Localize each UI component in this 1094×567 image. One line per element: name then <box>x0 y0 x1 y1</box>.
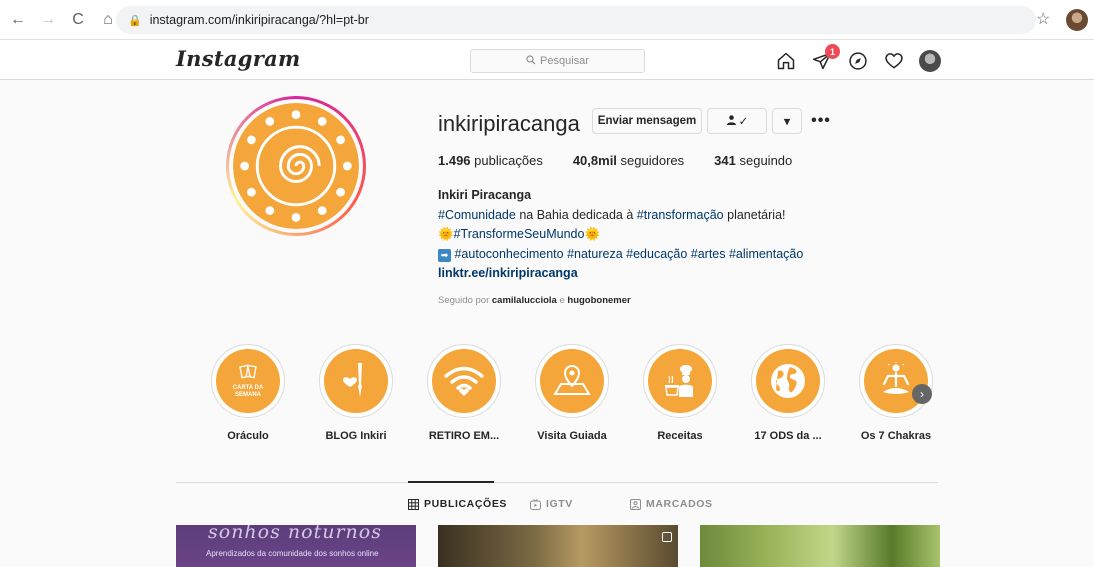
hashtag-link[interactable]: #transformação <box>637 208 724 222</box>
search-icon <box>526 54 536 68</box>
bio-line-2: 🌞#TransformeSeuMundo🌞 <box>438 225 858 245</box>
pen-heart-icon <box>343 363 362 397</box>
highlight-label: BLOG Inkiri <box>325 430 387 442</box>
profile-stats: 1.496 publicações 40,8mil seguidores 341… <box>438 153 822 168</box>
highlight-retiro[interactable]: RETIRO EM... <box>424 344 504 442</box>
suggestions-dropdown-button[interactable]: ▾ <box>772 108 802 134</box>
bio-line-1: #Comunidade na Bahia dedicada à #transfo… <box>438 207 786 222</box>
highlight-label: Receitas <box>657 430 703 442</box>
highlight-label: Oráculo <box>227 430 269 442</box>
instagram-logo[interactable]: Instagram <box>176 46 301 71</box>
url-text: instagram.com/inkiripiracanga/?hl=pt-br <box>149 13 369 27</box>
post-thumbnail[interactable] <box>438 525 678 567</box>
tab-publicacoes[interactable]: PUBLICAÇÕES <box>408 498 507 510</box>
tabs-divider <box>176 482 938 483</box>
highlight-label: RETIRO EM... <box>428 430 500 442</box>
highlight-ods[interactable]: 17 ODS da ... <box>748 344 828 442</box>
sun-emoji: 🌞 <box>584 227 601 241</box>
active-tab-indicator <box>408 481 494 483</box>
browser-profile-avatar[interactable] <box>1066 9 1088 31</box>
post-thumbnail[interactable] <box>700 525 940 567</box>
highlight-receitas[interactable]: Receitas <box>640 344 720 442</box>
map-pin-icon <box>553 364 591 395</box>
igtv-icon <box>530 498 541 510</box>
chef-icon <box>665 365 693 397</box>
instagram-header: Instagram Pesquisar 1 <box>0 40 1094 80</box>
post-title: sonhos noturnos <box>208 525 382 543</box>
user-avatar[interactable] <box>919 50 941 72</box>
search-placeholder: Pesquisar <box>540 55 589 67</box>
followed-by-text: Seguido por camilalucciola e hugobonemer <box>438 295 631 306</box>
direct-messages-icon[interactable]: 1 <box>811 44 840 72</box>
home-nav-icon[interactable] <box>775 50 797 72</box>
carousel-icon <box>662 532 672 542</box>
posts-stat: 1.496 publicações <box>438 153 543 168</box>
hashtag-link[interactable]: #TransformeSeuMundo <box>454 227 585 241</box>
lock-icon: 🔒 <box>128 14 142 27</box>
highlight-blog[interactable]: BLOG Inkiri <box>316 344 396 442</box>
followers-stat[interactable]: 40,8mil seguidores <box>573 153 684 168</box>
hashtag-links[interactable]: #autoconhecimento #natureza #educação #a… <box>454 247 803 261</box>
cards-icon: CARTA DA SEMANA <box>229 364 267 399</box>
bio-line-3: ➡ #autoconhecimento #natureza #educação … <box>438 245 858 265</box>
search-input[interactable]: Pesquisar <box>470 49 645 73</box>
bookmark-star-icon[interactable]: ☆ <box>1036 9 1050 29</box>
post-thumbnail[interactable]: sonhos noturnos Aprendizados da comunida… <box>176 525 416 567</box>
tagged-icon <box>630 498 641 510</box>
more-options-icon[interactable]: ••• <box>808 110 834 132</box>
following-stat[interactable]: 341 seguindo <box>714 153 792 168</box>
highlight-label: Visita Guiada <box>537 430 607 442</box>
activity-heart-icon[interactable] <box>883 50 905 72</box>
reload-icon[interactable]: C <box>66 8 90 32</box>
following-button[interactable]: ✓ <box>707 108 767 134</box>
highlight-visita[interactable]: Visita Guiada <box>532 344 612 442</box>
follower-link[interactable]: hugobonemer <box>567 295 630 306</box>
person-icon <box>726 114 737 128</box>
profile-avatar[interactable] <box>226 96 366 236</box>
header-icons: 1 <box>775 44 941 72</box>
profile-full-name: Inkiri Piracanga <box>438 188 532 202</box>
address-bar[interactable]: 🔒 instagram.com/inkiripiracanga/?hl=pt-b… <box>116 6 1036 34</box>
chevron-right-icon[interactable]: › <box>912 384 932 404</box>
grid-icon <box>408 498 419 510</box>
sun-emoji: 🌞 <box>438 227 454 241</box>
mandala-logo-icon <box>233 103 359 229</box>
story-highlights: CARTA DA SEMANA Oráculo BLOG Inkiri RETI… <box>208 344 948 444</box>
tab-igtv[interactable]: IGTV <box>530 498 573 510</box>
send-message-button[interactable]: Enviar mensagem <box>592 108 702 134</box>
profile-bio: Inkiri Piracanga #Comunidade na Bahia de… <box>438 186 858 284</box>
arrow-emoji: ➡ <box>438 248 451 262</box>
follower-link[interactable]: camilalucciola <box>492 295 557 306</box>
post-subtitle: Aprendizados da comunidade dos sonhos on… <box>206 549 379 558</box>
hashtag-link[interactable]: #Comunidade <box>438 208 516 222</box>
globe-icon <box>771 364 805 398</box>
notification-badge: 1 <box>825 44 840 59</box>
highlight-label: Os 7 Chakras <box>860 430 932 442</box>
following-check: ✓ <box>738 116 749 128</box>
browser-toolbar: ← → C ⌂ 🔒 instagram.com/inkiripiracanga/… <box>0 0 1094 40</box>
bio-website-link[interactable]: linktr.ee/inkiripiracanga <box>438 264 858 284</box>
back-icon[interactable]: ← <box>6 8 30 32</box>
highlight-oraculo[interactable]: CARTA DA SEMANA Oráculo <box>208 344 288 442</box>
forward-icon[interactable]: → <box>36 8 60 32</box>
explore-compass-icon[interactable] <box>847 50 869 72</box>
highlight-label: 17 ODS da ... <box>754 430 822 442</box>
wifi-heart-icon <box>444 366 484 396</box>
meditation-icon <box>882 362 910 394</box>
profile-username: inkiripiracanga <box>438 111 580 136</box>
tab-marcados[interactable]: MARCADOS <box>630 498 713 510</box>
